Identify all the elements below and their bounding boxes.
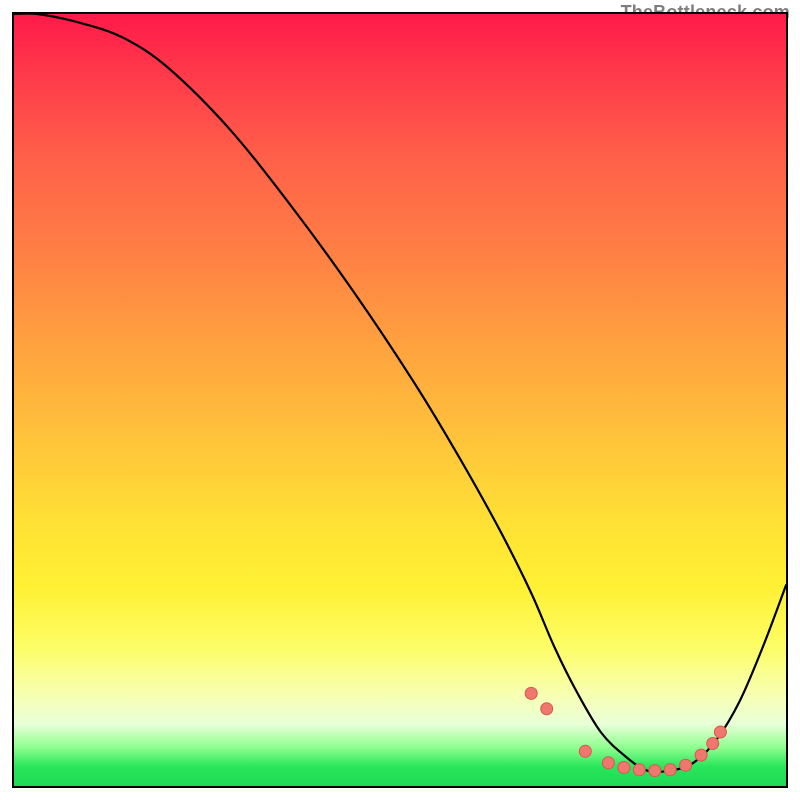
highlight-dot	[541, 703, 553, 715]
chart-container: TheBottleneck.com	[0, 0, 800, 800]
highlight-dot	[664, 764, 676, 776]
highlight-dot	[649, 765, 661, 777]
highlight-dot	[618, 762, 630, 774]
highlight-dot	[695, 749, 707, 761]
plot-area	[12, 12, 788, 788]
highlight-dots-group	[525, 687, 726, 776]
highlight-dot	[714, 726, 726, 738]
chart-svg	[14, 14, 786, 786]
highlight-dot	[525, 687, 537, 699]
highlight-dot	[579, 745, 591, 757]
bottleneck-curve-line	[14, 13, 786, 772]
highlight-dot	[707, 738, 719, 750]
highlight-dot	[680, 759, 692, 771]
highlight-dot	[602, 757, 614, 769]
highlight-dot	[633, 764, 645, 776]
